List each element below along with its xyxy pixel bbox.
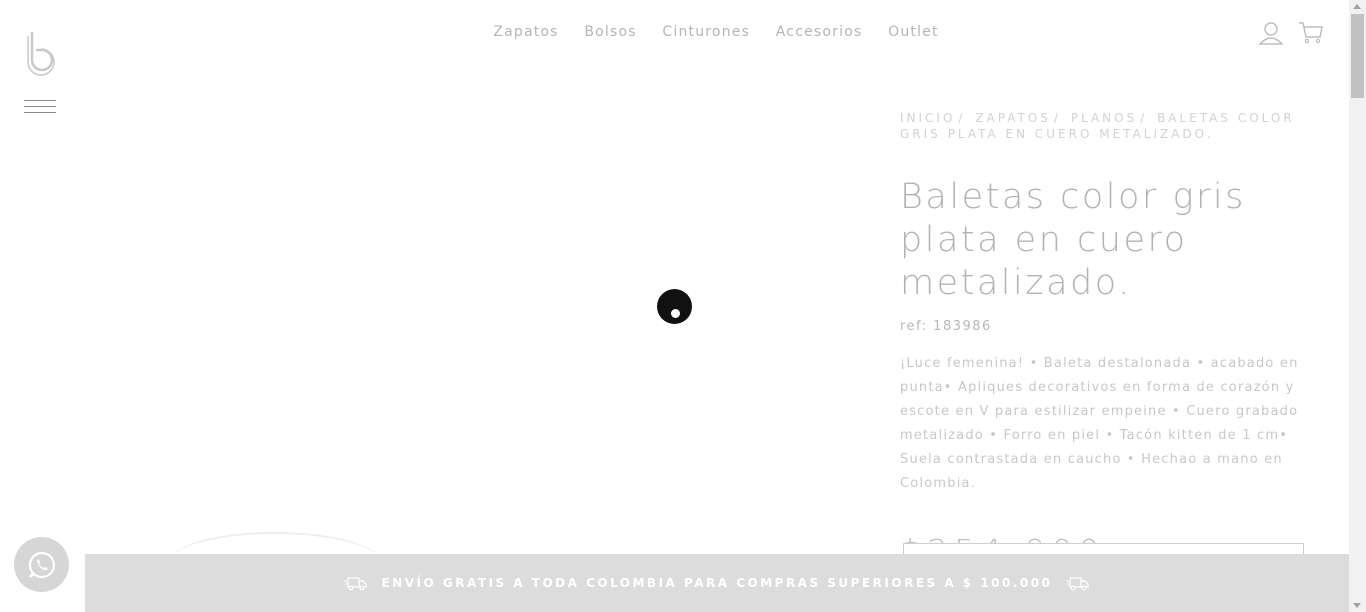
nav-item-zapatos[interactable]: Zapatos bbox=[493, 24, 558, 40]
scrollbar-thumb[interactable] bbox=[1351, 14, 1364, 98]
page-scrollbar[interactable] bbox=[1349, 0, 1366, 612]
scroll-down-icon[interactable] bbox=[1353, 603, 1361, 608]
whatsapp-icon bbox=[28, 551, 55, 578]
nav-item-accesorios[interactable]: Accesorios bbox=[776, 24, 863, 40]
breadcrumb-zapatos[interactable]: ZAPATOS bbox=[975, 111, 1051, 125]
shipping-banner-text: ENVÍO GRATIS A TODA COLOMBIA PARA COMPRA… bbox=[381, 576, 1053, 590]
product-title: Baletas color gris plata en cuero metali… bbox=[900, 177, 1246, 303]
user-icon[interactable] bbox=[1258, 20, 1284, 46]
header-actions bbox=[1258, 20, 1324, 46]
nav-item-outlet[interactable]: Outlet bbox=[888, 24, 939, 40]
loading-spinner-icon bbox=[657, 289, 692, 324]
product-info: INICIO / ZAPATOS / PLANOS / BALETAS COLOR G… bbox=[900, 110, 1306, 571]
product-ref: ref: 183986 bbox=[900, 319, 992, 334]
breadcrumb: INICIO / ZAPATOS / PLANOS / BALETAS COLOR G… bbox=[900, 111, 1295, 141]
breadcrumb-inicio[interactable]: INICIO bbox=[900, 111, 955, 125]
main-nav: Zapatos Bolsos Cinturones Accesorios Out… bbox=[0, 24, 1366, 40]
product-gallery bbox=[85, 80, 875, 560]
whatsapp-button[interactable] bbox=[14, 537, 69, 592]
nav-item-cinturones[interactable]: Cinturones bbox=[662, 24, 750, 40]
breadcrumb-planos[interactable]: PLANOS bbox=[1071, 111, 1137, 125]
shipping-banner: ENVÍO GRATIS A TODA COLOMBIA PARA COMPRA… bbox=[85, 554, 1349, 612]
cart-icon[interactable] bbox=[1298, 20, 1324, 46]
product-description: ¡Luce femenina! • Baleta destalonada • a… bbox=[900, 356, 1299, 491]
nav-item-bolsos[interactable]: Bolsos bbox=[584, 24, 636, 40]
product-page: Zapatos Bolsos Cinturones Accesorios Out… bbox=[0, 0, 1366, 612]
truck-icon bbox=[1066, 577, 1090, 591]
truck-icon bbox=[343, 577, 367, 591]
hamburger-menu-icon[interactable] bbox=[24, 98, 56, 116]
scroll-up-icon[interactable] bbox=[1353, 4, 1361, 9]
